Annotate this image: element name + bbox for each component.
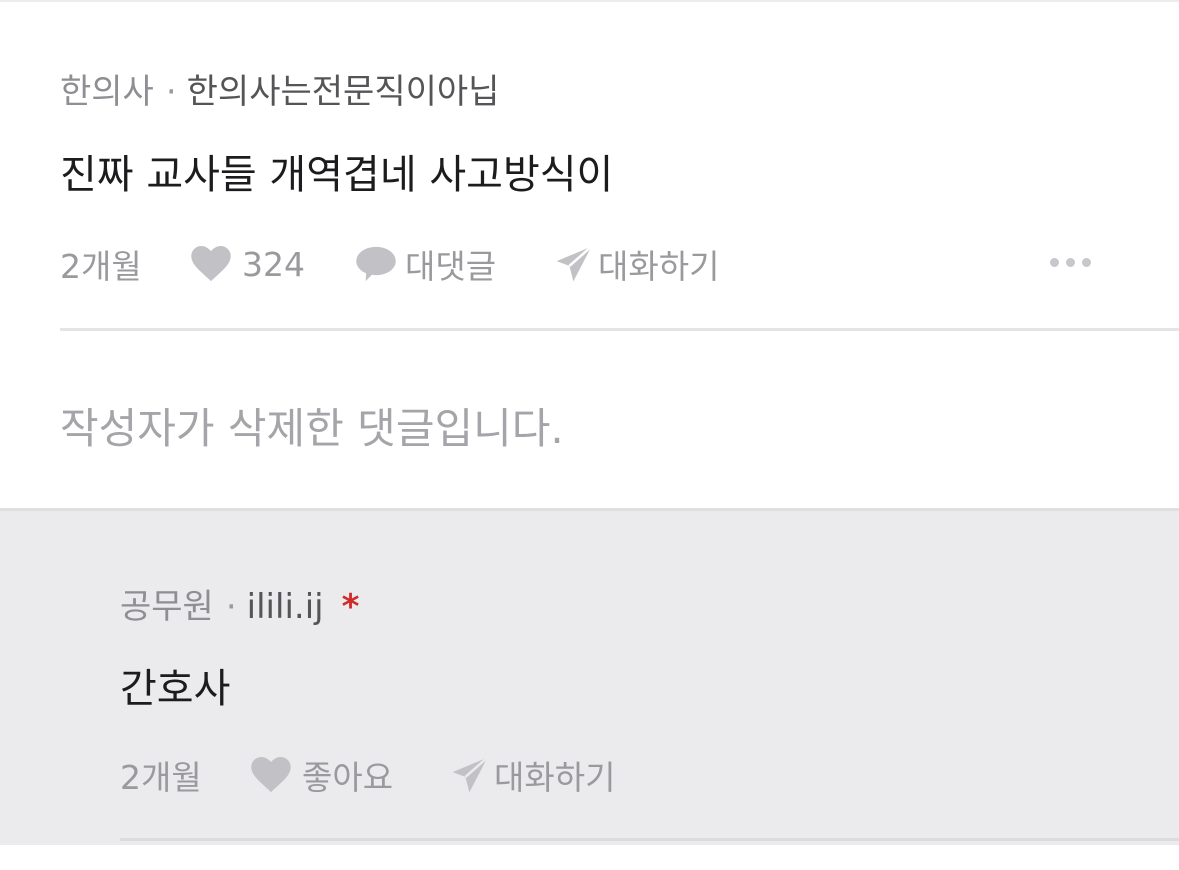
reply-author-nickname[interactable]: ilili.ij <box>247 587 324 627</box>
like-label: 좋아요 <box>302 758 394 797</box>
reply-comment: 공무원 · ilili.ij * 간호사 2개월 좋아요 대화하기 <box>0 508 1179 845</box>
author-marker: * <box>341 587 360 627</box>
reply-button[interactable]: 대댓글 <box>355 244 496 286</box>
speech-bubble-icon <box>355 246 397 282</box>
comment-author-job: 한의사 <box>60 72 154 112</box>
paper-plane-icon <box>554 245 594 283</box>
chat-label: 대화하기 <box>494 758 616 797</box>
comment-actions: 2개월 324 대댓글 대화하기 <box>60 244 1120 286</box>
reply-meta: 공무원 · ilili.ij * <box>120 579 359 628</box>
like-button[interactable]: 324 <box>190 244 305 284</box>
like-button[interactable]: 좋아요 <box>250 755 393 797</box>
deleted-comment-text: 작성자가 삭제한 댓글입니다. <box>60 404 564 453</box>
reply-divider <box>120 838 1179 841</box>
meta-separator: · <box>165 72 177 112</box>
reply-label: 대댓글 <box>405 247 497 286</box>
comment-meta: 한의사 · 한의사는전문직이아닙 <box>60 64 499 113</box>
reply-text: 간호사 <box>120 666 231 712</box>
comment-text: 진짜 교사들 개역겹네 사고방식이 <box>60 152 614 198</box>
like-count: 324 <box>242 244 305 284</box>
more-options-icon[interactable] <box>1050 258 1091 267</box>
comment-divider <box>60 328 1179 331</box>
paper-plane-icon <box>450 756 490 794</box>
comment-time: 2개월 <box>60 247 142 286</box>
reply-time: 2개월 <box>120 758 202 797</box>
reply-author-job: 공무원 <box>120 587 214 627</box>
comment-author-nickname[interactable]: 한의사는전문직이아닙 <box>187 72 500 112</box>
chat-button[interactable]: 대화하기 <box>554 244 719 286</box>
heart-icon <box>190 246 232 282</box>
chat-button[interactable]: 대화하기 <box>450 755 615 797</box>
meta-separator: · <box>225 587 237 627</box>
comment: 한의사 · 한의사는전문직이아닙 진짜 교사들 개역겹네 사고방식이 2개월 324… <box>0 0 1179 330</box>
chat-label: 대화하기 <box>598 247 720 286</box>
reply-actions: 2개월 좋아요 대화하기 <box>120 755 720 797</box>
heart-icon <box>250 757 292 793</box>
